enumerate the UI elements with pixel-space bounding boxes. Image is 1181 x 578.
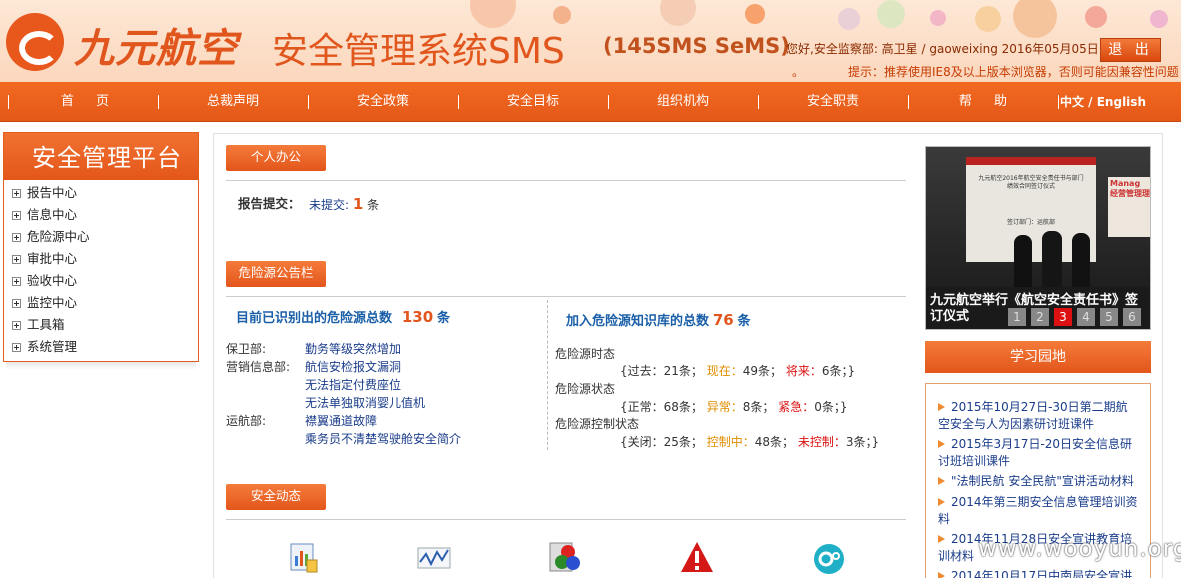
system-title: 安全管理系统SMS [272,31,565,72]
hazard-item-link[interactable]: 襟翼通道故障 [305,412,377,429]
expand-icon[interactable] [12,233,21,242]
report-submit-label: 报告提交： [238,196,301,211]
study-item-link[interactable]: 2014年第三期安全信息管理培训资料 [938,494,1138,528]
person-figure [1072,233,1090,287]
expand-icon[interactable] [12,255,21,264]
arrow-icon [938,403,945,411]
person-figure [1014,235,1032,287]
hazard-item-link[interactable]: 航信安检报文漏洞 [305,358,401,375]
system-subtitle: (145SMS SeMS) [603,34,790,58]
user-greeting: 您好,安全监察部: 高卫星 / gaoweixing 2016年05月05日 [786,42,1099,56]
knowledge-base-total: 加入危险源知识库的总数 76 条 [566,311,751,329]
nav-organization[interactable]: 组织机构 [638,82,728,122]
expand-icon[interactable] [12,321,21,330]
column-divider [547,300,548,450]
wall-sign: Manag 经营管理理 [1108,177,1150,237]
slide-page-6[interactable]: 6 [1123,308,1141,326]
hazard-item-link[interactable]: 无法单独取消婴儿值机 [305,394,425,411]
monitor-colors-icon[interactable] [548,540,582,574]
hazard-control-label: 危险源控制状态 [555,417,640,431]
nav-ceo-statement[interactable]: 总裁声明 [188,82,278,122]
hazard-tense-stats: {过去：21条； 现在：49条； 将来：6条；} [620,364,856,378]
divider [226,296,906,297]
dept-label: 保卫部: [226,342,267,356]
report-chart-icon[interactable] [287,540,321,574]
hazard-status-label: 危险源状态 [555,382,616,396]
expand-icon[interactable] [12,343,21,352]
nav-home[interactable]: 首 页 [40,82,130,122]
expand-icon[interactable] [12,211,21,220]
sidebar-shadow [6,362,196,370]
slide-page-1[interactable]: 1 [1008,308,1026,326]
nav-safety-goals[interactable]: 安全目标 [488,82,578,122]
sidebar-item-report-center[interactable]: 报告中心 [12,183,77,203]
sidebar-item-system-management[interactable]: 系统管理 [12,337,77,357]
watermark: www.wooyun.org [978,536,1181,562]
expand-icon[interactable] [12,277,21,286]
identified-hazard-total: 目前已识别出的危险源总数 130 条 [236,308,450,326]
settings-gear-icon[interactable] [812,540,846,574]
expand-icon[interactable] [12,189,21,198]
sidebar-item-info-center[interactable]: 信息中心 [12,205,77,225]
hazard-item-link[interactable]: 勤务等级突然增加 [305,340,401,357]
expand-icon[interactable] [12,299,21,308]
divider [226,180,906,181]
hazard-item-link[interactable]: 无法指定付费座位 [305,376,401,393]
person-figure [1042,231,1062,287]
divider [226,519,906,520]
logo-icon [6,13,64,71]
tab-personal-office[interactable]: 个人办公 [226,145,326,171]
nav-safety-duties[interactable]: 安全职责 [788,82,878,122]
study-section-title: 学习园地 [925,341,1151,373]
hazard-control-stats: {关闭：25条； 控制中：48条； 未控制：3条；} [620,435,880,449]
slide-page-2[interactable]: 2 [1031,308,1049,326]
arrow-icon [938,572,945,578]
news-slideshow[interactable]: 九元航空2016年航空安全责任书与部门绩效合同签订仪式 签订部门：运航部 Man… [925,146,1151,330]
dept-label: 营销信息部: [226,360,291,374]
unsubmitted-report-link[interactable]: 未提交: 1 条 [309,195,379,213]
browser-tip: 。提示：推荐使用IE8及以上版本浏览器，否则可能因兼容性问题 [792,65,1179,79]
sidebar-title: 安全管理平台 [4,133,198,180]
sidebar-item-approval-center[interactable]: 审批中心 [12,249,77,269]
tab-safety-news[interactable]: 安全动态 [226,484,326,510]
hazard-status-stats: {正常：68条； 异常：8条； 紧急：0条；} [620,400,848,414]
nav-help[interactable]: 帮 助 [938,82,1028,122]
logo-text: 九元航空 [74,26,238,72]
arrow-icon [938,535,945,543]
logout-button[interactable]: 退 出 [1100,38,1161,62]
study-item-link[interactable]: "法制民航 安全民航"宣讲活动材料 [938,473,1138,490]
sidebar-item-toolbox[interactable]: 工具箱 [12,315,65,335]
slide-page-5[interactable]: 5 [1100,308,1118,326]
sidebar: 安全管理平台 报告中心 信息中心 危险源中心 审批中心 验收中心 监控中心 工具… [3,132,199,362]
slide-page-4[interactable]: 4 [1077,308,1095,326]
tab-hazard-bulletin[interactable]: 危险源公告栏 [226,261,326,287]
slide-page-3[interactable]: 3 [1054,308,1072,326]
sidebar-item-monitor-center[interactable]: 监控中心 [12,293,77,313]
arrow-icon [938,498,945,506]
hazard-item-link[interactable]: 乘务员不清楚驾驶舱安全简介 [305,430,461,447]
study-item-link[interactable]: 2015年3月17日-20日安全信息研讨班培训课件 [938,436,1138,470]
dept-label: 运航部: [226,414,267,428]
language-switch[interactable]: 中文 / English [1060,82,1146,122]
sidebar-item-acceptance-center[interactable]: 验收中心 [12,271,77,291]
hazard-tense-label: 危险源时态 [555,347,616,361]
sidebar-item-hazard-center[interactable]: 危险源中心 [12,227,90,247]
warning-icon[interactable] [680,540,714,574]
trend-line-icon[interactable] [417,540,451,574]
study-item-link[interactable]: 2015年10月27日-30日第二期航空安全与人为因素研讨班课件 [938,399,1138,433]
header-banner: 九元航空 安全管理系统SMS (145SMS SeMS) 您好,安全监察部: 高… [0,0,1181,82]
arrow-icon [938,477,945,485]
nav-safety-policy[interactable]: 安全政策 [338,82,428,122]
arrow-icon [938,440,945,448]
study-item-link[interactable]: 2014年10月17日中南局安全宣讲 [938,568,1138,578]
main-nav: 首 页 总裁声明 安全政策 安全目标 组织机构 安全职责 帮 助 中文 / En… [0,82,1181,122]
